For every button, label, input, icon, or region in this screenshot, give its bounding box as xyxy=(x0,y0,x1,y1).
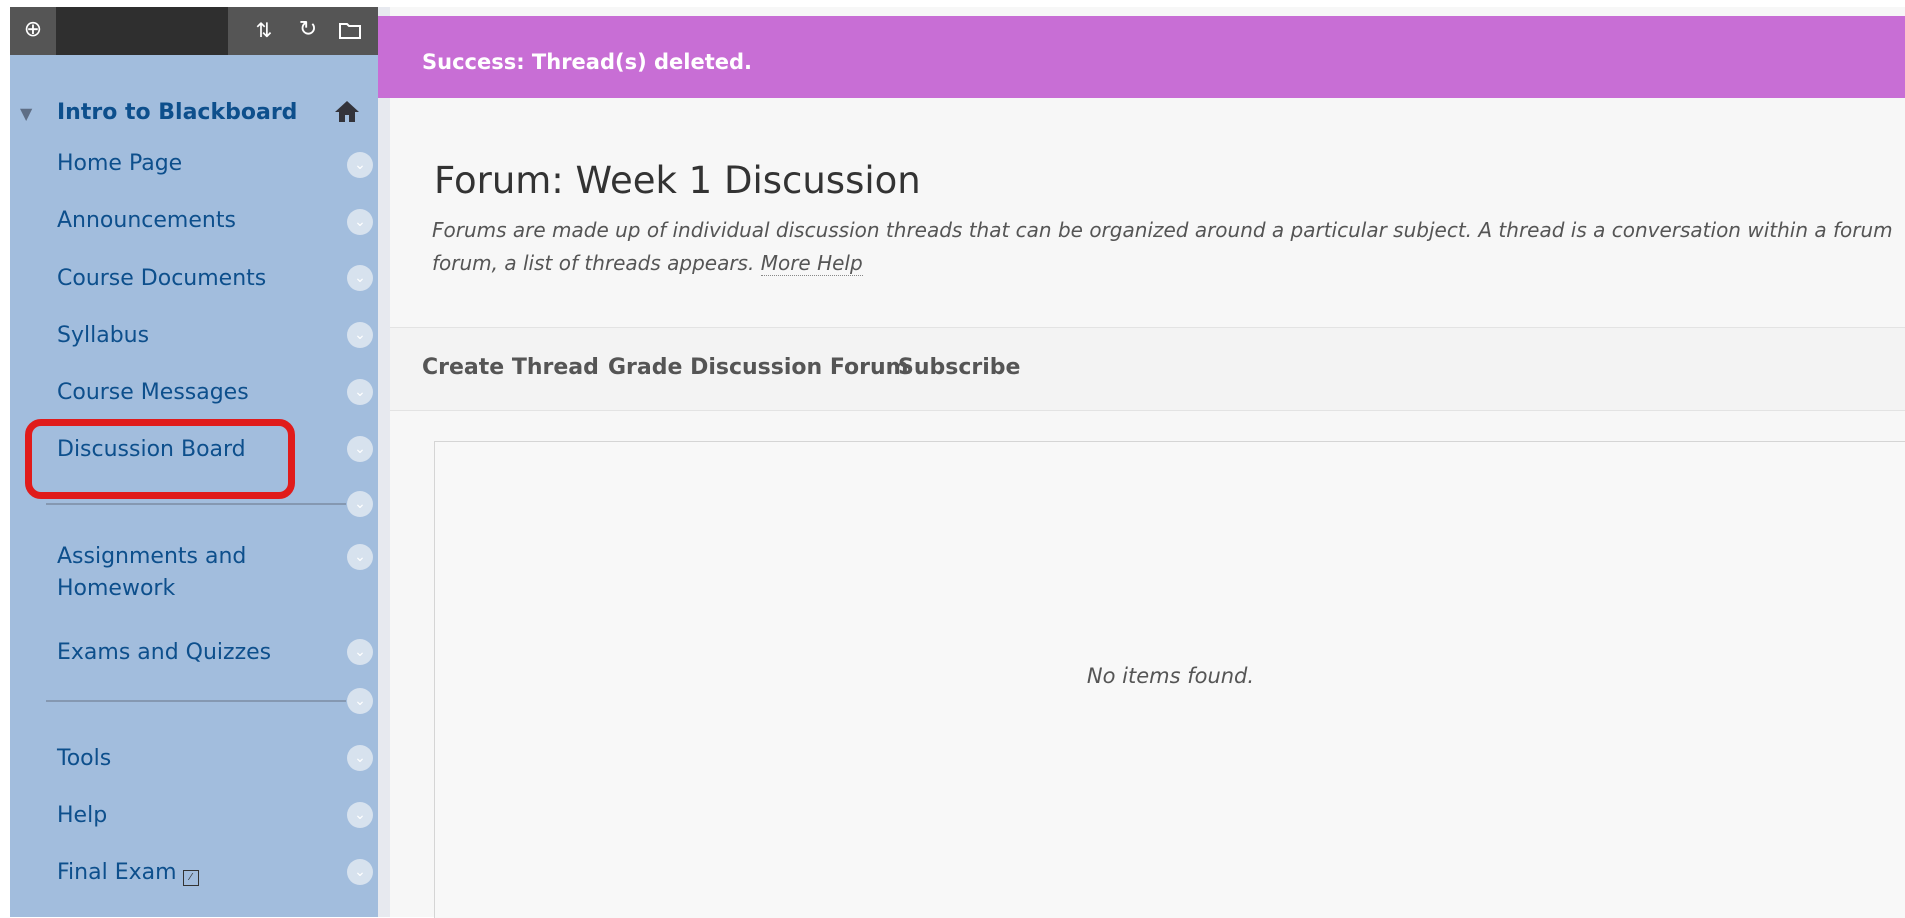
grade-discussion-forum-button[interactable]: Grade Discussion Forum xyxy=(608,355,909,380)
menu-divider xyxy=(46,700,346,702)
add-menu-item-icon[interactable]: ⊕ xyxy=(18,15,48,45)
create-thread-button[interactable]: Create Thread xyxy=(422,355,599,380)
chevron-down-icon[interactable]: ⌄ xyxy=(347,322,373,348)
sidebar-item-final-exam[interactable]: Final Exam ⁄ xyxy=(57,857,199,889)
subscribe-button[interactable]: Subscribe xyxy=(898,355,1020,380)
chevron-down-icon[interactable]: ⌄ xyxy=(347,491,373,517)
sidebar-item-assignments-and-homework[interactable]: Assignments and Homework xyxy=(57,541,287,605)
success-message: Success: Thread(s) deleted. xyxy=(422,50,753,74)
main-edge xyxy=(378,7,390,917)
sidebar-toolbar: ⊕ ⇅ ↻ xyxy=(10,7,378,55)
forum-description: Forums are made up of individual discuss… xyxy=(432,214,1905,280)
sidebar-item-tools[interactable]: Tools xyxy=(57,743,111,775)
discussion-board-highlight xyxy=(25,419,295,499)
main-content: Success: Thread(s) deleted. Forum: Week … xyxy=(378,7,1905,918)
refresh-icon[interactable]: ↻ xyxy=(293,15,323,45)
sidebar-item-exams-and-quizzes[interactable]: Exams and Quizzes xyxy=(57,637,271,669)
threads-list: No items found. xyxy=(434,441,1905,918)
course-title[interactable]: Intro to Blackboard xyxy=(57,100,297,125)
chevron-down-icon[interactable]: ⌄ xyxy=(347,859,373,885)
course-menu-sidebar: ⊕ ⇅ ↻ ▼ Intro to Blackboard Home Page ⌄ … xyxy=(10,7,378,917)
toolbar-left-segment: ⊕ xyxy=(10,7,56,55)
chevron-down-icon[interactable]: ⌄ xyxy=(347,379,373,405)
chevron-down-icon[interactable]: ⌄ xyxy=(347,209,373,235)
collapse-caret-icon[interactable]: ▼ xyxy=(20,104,32,123)
chevron-down-icon[interactable]: ⌄ xyxy=(347,265,373,291)
chevron-down-icon[interactable]: ⌄ xyxy=(347,688,373,714)
forum-description-line1: Forums are made up of individual discuss… xyxy=(432,218,1893,242)
home-icon[interactable] xyxy=(334,99,360,129)
chevron-down-icon[interactable]: ⌄ xyxy=(347,745,373,771)
sidebar-item-label: Final Exam xyxy=(57,860,177,885)
page-title: Forum: Week 1 Discussion xyxy=(434,159,921,202)
sidebar-item-announcements[interactable]: Announcements xyxy=(57,205,236,237)
unavailable-icon: ⁄ xyxy=(182,870,199,886)
sidebar-item-help[interactable]: Help xyxy=(57,800,107,832)
sidebar-item-course-documents[interactable]: Course Documents xyxy=(57,263,266,295)
chevron-down-icon[interactable]: ⌄ xyxy=(347,436,373,462)
chevron-down-icon[interactable]: ⌄ xyxy=(347,639,373,665)
success-banner: Success: Thread(s) deleted. xyxy=(378,16,1905,98)
more-help-link[interactable]: More Help xyxy=(760,251,863,276)
sidebar-item-syllabus[interactable]: Syllabus xyxy=(57,320,149,352)
forum-description-line2: forum, a list of threads appears. xyxy=(432,251,755,275)
chevron-down-icon[interactable]: ⌄ xyxy=(347,802,373,828)
sidebar-item-course-messages[interactable]: Course Messages xyxy=(57,377,249,409)
menu-divider xyxy=(46,503,346,505)
action-bar: Create Thread Grade Discussion Forum Sub… xyxy=(390,327,1905,411)
chevron-down-icon[interactable]: ⌄ xyxy=(347,544,373,570)
sort-icon[interactable]: ⇅ xyxy=(249,15,279,45)
sidebar-item-home-page[interactable]: Home Page xyxy=(57,148,182,180)
toolbar-right-segment: ⇅ ↻ xyxy=(228,7,378,55)
chevron-down-icon[interactable]: ⌄ xyxy=(347,152,373,178)
empty-message: No items found. xyxy=(1086,664,1255,688)
folder-icon[interactable] xyxy=(335,15,365,48)
